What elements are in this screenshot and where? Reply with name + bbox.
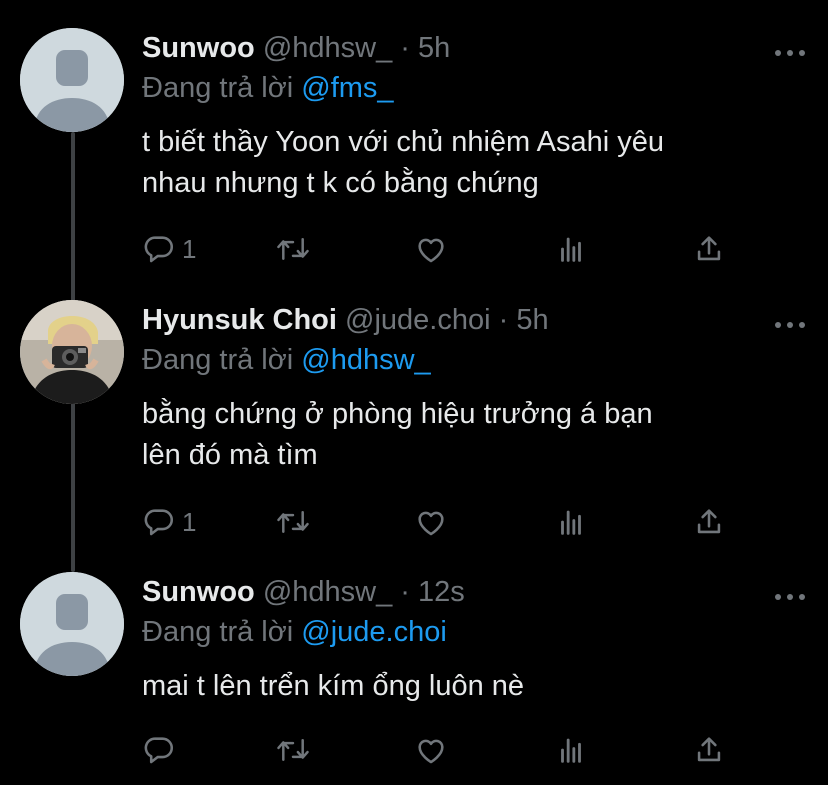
default-avatar-icon — [20, 28, 124, 132]
more-icon[interactable] — [772, 580, 808, 604]
timestamp[interactable]: 5h — [418, 32, 450, 64]
share-button[interactable] — [692, 730, 726, 770]
like-button[interactable] — [414, 229, 448, 269]
views-button[interactable] — [554, 730, 588, 770]
reply-count: 1 — [182, 233, 197, 264]
tweet-text: bằng chứng ở phòng hiệu trưởng á bạn lên… — [142, 398, 653, 471]
reply-icon — [144, 509, 174, 536]
replying-to-mention[interactable]: @fms_ — [301, 72, 393, 104]
replying-to-label: Đang trả lời — [142, 72, 294, 104]
views-icon — [561, 738, 581, 763]
retweet-icon — [277, 739, 309, 761]
retweet-button[interactable] — [275, 229, 311, 269]
retweet-icon — [277, 238, 309, 260]
reply-button[interactable]: 1 — [142, 229, 196, 269]
display-name[interactable]: Sunwoo — [142, 576, 255, 608]
more-icon[interactable] — [772, 308, 808, 332]
share-button[interactable] — [692, 229, 726, 269]
user-handle[interactable]: @hdhsw_ — [263, 576, 392, 608]
replying-to-mention[interactable]: @hdhsw_ — [301, 344, 430, 376]
reply-count: 1 — [182, 506, 197, 537]
replying-to: Đang trả lời @hdhsw_ — [142, 340, 808, 380]
display-name[interactable]: Sunwoo — [142, 32, 255, 64]
retweet-button[interactable] — [275, 730, 311, 770]
share-button[interactable] — [692, 502, 726, 542]
separator-dot: · — [498, 304, 509, 336]
share-icon — [697, 236, 721, 261]
display-name[interactable]: Hyunsuk Choi — [142, 304, 337, 336]
views-button[interactable] — [554, 502, 588, 542]
reply-button[interactable] — [142, 730, 182, 770]
default-avatar-icon — [20, 572, 124, 676]
avatar-default[interactable] — [20, 572, 124, 676]
replying-to: Đang trả lời @jude.choi — [142, 612, 808, 652]
tweet-actions: 1 — [142, 502, 732, 542]
replying-to-mention[interactable]: @jude.choi — [301, 616, 447, 648]
more-icon[interactable] — [772, 36, 808, 60]
tweet-text: t biết thầy Yoon với chủ nhiệm Asahi yêu… — [142, 126, 665, 199]
tweet-header: Sunwoo @hdhsw_ · 12s — [142, 572, 808, 612]
profile-photo-icon — [20, 300, 124, 404]
retweet-button[interactable] — [275, 502, 311, 542]
user-handle[interactable]: @jude.choi — [345, 304, 491, 336]
replying-to-label: Đang trả lời — [142, 616, 294, 648]
share-icon — [697, 737, 721, 762]
tweet-text: mai t lên trển kím ổng luôn nè — [142, 670, 525, 702]
tweet-header: Hyunsuk Choi @jude.choi · 5h — [142, 300, 808, 340]
replying-to: Đang trả lời @fms_ — [142, 68, 808, 108]
separator-dot: · — [400, 576, 410, 608]
tweet-actions — [142, 730, 732, 770]
tweet-header: Sunwoo @hdhsw_ · 5h — [142, 28, 808, 68]
tweet-thread: Sunwoo @hdhsw_ · 5h Đang trả lời @fms_ t… — [0, 0, 828, 785]
share-icon — [697, 509, 721, 534]
tweet-actions: 1 — [142, 229, 732, 269]
timestamp[interactable]: 12s — [418, 576, 465, 608]
timestamp[interactable]: 5h — [516, 304, 548, 336]
retweet-icon — [277, 511, 309, 533]
like-button[interactable] — [414, 502, 448, 542]
like-icon — [418, 511, 444, 536]
like-icon — [418, 238, 444, 263]
reply-icon — [144, 737, 174, 764]
avatar-default[interactable] — [20, 28, 124, 132]
reply-icon — [144, 236, 174, 263]
like-icon — [418, 739, 444, 764]
replying-to-label: Đang trả lời — [142, 344, 294, 376]
like-button[interactable] — [414, 730, 448, 770]
avatar-photo[interactable] — [20, 300, 124, 404]
views-icon — [561, 510, 581, 535]
user-handle[interactable]: @hdhsw_ — [263, 32, 392, 64]
views-icon — [561, 237, 581, 262]
separator-dot: · — [400, 32, 410, 64]
views-button[interactable] — [554, 229, 588, 269]
reply-button[interactable]: 1 — [142, 502, 196, 542]
